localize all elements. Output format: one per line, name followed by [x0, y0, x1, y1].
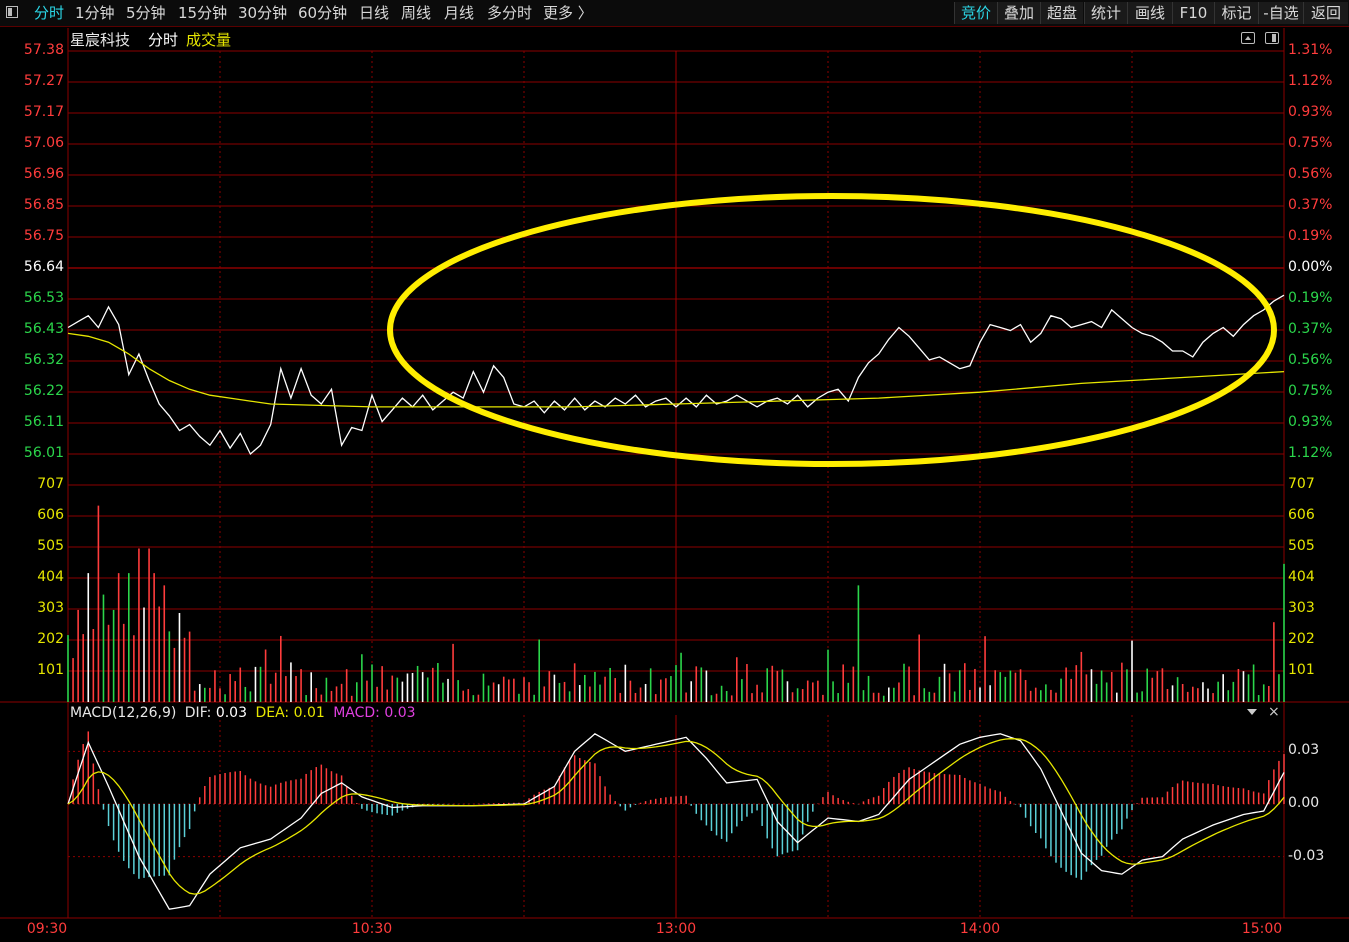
price-tick-left: 57.06 — [23, 135, 64, 151]
volume-tick-right: 404 — [1288, 569, 1315, 585]
volume-tick-left: 404 — [37, 569, 64, 585]
volume-tick-left: 202 — [37, 631, 64, 647]
price-tick-left: 56.64 — [23, 259, 64, 275]
price-tick-left: 56.22 — [23, 383, 64, 399]
pct-tick-right: 0.19% — [1288, 290, 1333, 306]
time-tick: 15:00 — [1241, 921, 1283, 937]
macd-label: MACD: — [333, 705, 380, 721]
volume-tick-left: 101 — [37, 662, 64, 678]
volume-tick-right: 707 — [1288, 476, 1315, 492]
macd-tick: 0.00 — [1288, 794, 1320, 811]
volume-tick-left: 707 — [37, 476, 64, 492]
dif-label: DIF: — [184, 705, 212, 721]
price-tick-left: 56.01 — [23, 445, 64, 461]
stock-name: 星宸科技 — [70, 31, 131, 49]
time-tick: 13:00 — [655, 921, 697, 937]
dif-value: 0.03 — [215, 705, 247, 721]
price-tick-left: 57.17 — [23, 104, 64, 120]
pct-tick-right: 0.37% — [1288, 197, 1333, 213]
close-icon[interactable]: × — [1268, 704, 1280, 720]
price-tick-left: 57.38 — [23, 42, 64, 58]
price-tick-left: 56.85 — [23, 197, 64, 213]
pct-tick-right: 0.56% — [1288, 166, 1333, 182]
dea-label: DEA: — [255, 705, 290, 721]
macd-header: MACD(12,26,9) DIF: 0.03 DEA: 0.01 MACD: … — [70, 705, 416, 721]
volume-tick-right: 101 — [1288, 662, 1315, 678]
pct-tick-right: 0.56% — [1288, 352, 1333, 368]
price-tick-left: 56.53 — [23, 290, 64, 306]
volume-tick-right: 606 — [1288, 507, 1315, 523]
volume-tick-right: 303 — [1288, 600, 1315, 616]
pct-tick-right: 0.75% — [1288, 383, 1333, 399]
expand-up-icon[interactable] — [1241, 32, 1255, 44]
pct-tick-right: 1.12% — [1288, 73, 1333, 89]
volume-tick-right: 505 — [1288, 538, 1315, 554]
volume-tick-right: 202 — [1288, 631, 1315, 647]
pct-tick-right: 0.93% — [1288, 104, 1333, 120]
chart-canvas[interactable] — [0, 0, 1349, 942]
chart-grid — [0, 28, 1349, 919]
volume-tick-left: 606 — [37, 507, 64, 523]
dea-value: 0.01 — [293, 705, 325, 721]
pct-tick-right: 0.19% — [1288, 228, 1333, 244]
macd-name: MACD(12,26,9) — [70, 705, 177, 721]
time-tick: 09:30 — [26, 921, 68, 937]
macd-tick: 0.03 — [1288, 742, 1320, 759]
window-toggle-icon[interactable] — [1265, 32, 1279, 44]
price-tick-left: 56.11 — [23, 414, 64, 430]
volume-tick-left: 505 — [37, 538, 64, 554]
price-tick-left: 56.32 — [23, 352, 64, 368]
dropdown-icon[interactable] — [1247, 709, 1257, 715]
mode-label: 分时 — [148, 31, 179, 49]
price-tick-left: 56.43 — [23, 321, 64, 337]
time-tick: 14:00 — [959, 921, 1001, 937]
pct-tick-right: 1.12% — [1288, 445, 1333, 461]
price-tick-left: 57.27 — [23, 73, 64, 89]
price-tick-left: 56.75 — [23, 228, 64, 244]
volume-label: 成交量 — [186, 31, 232, 49]
macd-tick: -0.03 — [1288, 847, 1325, 864]
pct-tick-right: 0.37% — [1288, 321, 1333, 337]
price-tick-left: 56.96 — [23, 166, 64, 182]
volume-tick-left: 303 — [37, 600, 64, 616]
pct-tick-right: 0.75% — [1288, 135, 1333, 151]
time-tick: 10:30 — [351, 921, 393, 937]
pct-tick-right: 0.00% — [1288, 259, 1333, 275]
macd-value: 0.03 — [384, 705, 416, 721]
pct-tick-right: 0.93% — [1288, 414, 1333, 430]
pct-tick-right: 1.31% — [1288, 42, 1333, 58]
